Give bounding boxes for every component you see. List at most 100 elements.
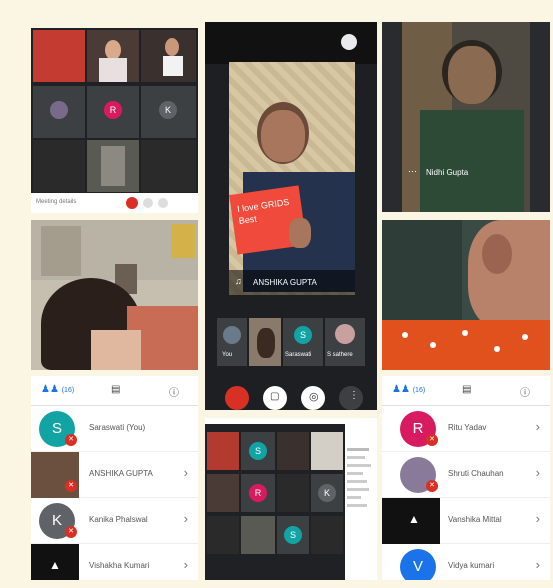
participant-row[interactable]: ▲ Vishakha Kumari ›: [31, 544, 198, 580]
thumbnail-tile[interactable]: S Saraswati: [283, 318, 323, 366]
participant-name: Vanshika Mittal: [448, 515, 502, 524]
video-tile[interactable]: [241, 516, 275, 554]
camera-icon: ▢: [270, 391, 280, 402]
speaker-video: I love GRIDS Best: [229, 62, 355, 295]
end-call-button[interactable]: [225, 386, 249, 410]
more-options-button[interactable]: ⋮: [339, 386, 363, 410]
desktop-grid: S R K S: [205, 424, 345, 580]
thumbnail-label: S sathere: [327, 352, 353, 358]
avatar: R: [104, 101, 122, 119]
call-b-speaker-view: I love GRIDS Best ♫ ANSHIKA GUPTA You S …: [205, 22, 377, 410]
avatar: V: [400, 549, 436, 580]
people-tab[interactable]: ♟♟ (16): [392, 384, 425, 395]
call-c-fullscreen-video[interactable]: [382, 220, 550, 370]
video-tile[interactable]: [141, 140, 196, 192]
chevron-right-icon[interactable]: ›: [184, 465, 188, 480]
chevron-right-icon[interactable]: ›: [536, 419, 540, 434]
muted-mic-icon: ✕: [426, 480, 438, 492]
participant-row[interactable]: S ✕ Saraswati (You): [31, 406, 198, 452]
info-tab-icon[interactable]: ⓘ: [520, 384, 530, 399]
tab-bar: ♟♟ (16) ▤ ⓘ: [382, 376, 550, 406]
participant-name: Vishakha Kumari: [89, 561, 150, 570]
participant-tile[interactable]: S: [241, 432, 275, 470]
mic-icon: ♫: [235, 276, 242, 286]
chevron-right-icon[interactable]: ›: [536, 511, 540, 526]
speaker-name-bar: ♫ ANSHIKA GUPTA: [229, 270, 355, 295]
camera-toggle-button[interactable]: ▢: [263, 386, 287, 410]
participant-tile[interactable]: [33, 86, 85, 138]
participant-row[interactable]: V Vidya kumari ›: [382, 544, 550, 580]
end-call-button[interactable]: [126, 197, 138, 209]
chat-tab-icon[interactable]: ▤: [462, 384, 471, 395]
participant-row[interactable]: ▲ Vanshika Mittal ›: [382, 498, 550, 544]
people-tab[interactable]: ♟♟ (16): [41, 384, 74, 395]
side-panel: [347, 448, 375, 568]
call-d-desktop-view: S R K S: [205, 418, 377, 580]
participant-tile[interactable]: K: [141, 86, 196, 138]
speaker-name: ANSHIKA GUPTA: [253, 278, 317, 287]
call-a-fullscreen-video[interactable]: [31, 220, 198, 370]
more-vert-icon: ⋮: [349, 390, 359, 401]
muted-mic-icon: ✕: [65, 526, 77, 538]
dots-icon: ⋯: [408, 166, 417, 176]
video-tile[interactable]: [33, 140, 85, 192]
video-tile[interactable]: [207, 432, 239, 470]
avatar: K: [318, 484, 336, 502]
avatar: S: [294, 326, 312, 344]
avatar: R: [249, 484, 267, 502]
settings-icon[interactable]: [341, 34, 357, 50]
participant-tile[interactable]: S: [277, 516, 309, 554]
participant-row[interactable]: R ✕ Ritu Yadav ›: [382, 406, 550, 452]
participant-tile[interactable]: K: [311, 474, 343, 512]
info-tab-icon[interactable]: ⓘ: [169, 384, 179, 399]
thumbnail-tile[interactable]: You: [217, 318, 247, 366]
meeting-details-link[interactable]: Meeting details: [36, 199, 76, 205]
chevron-right-icon[interactable]: ›: [184, 557, 188, 572]
avatar: S: [249, 442, 267, 460]
chevron-right-icon[interactable]: ›: [184, 511, 188, 526]
participants-list-a: ♟♟ (16) ▤ ⓘ S ✕ Saraswati (You) ✕ ANSHIK…: [31, 376, 198, 580]
video-tile[interactable]: [87, 140, 139, 192]
chevron-right-icon[interactable]: ›: [536, 465, 540, 480]
mic-icon: ◎: [309, 391, 319, 403]
avatar: [335, 324, 355, 344]
participant-name: Saraswati (You): [89, 423, 146, 432]
muted-mic-icon: ✕: [426, 434, 438, 446]
participant-tile[interactable]: R: [87, 86, 139, 138]
participant-name: Kanika Phalswal: [89, 515, 148, 524]
bell-icon: ▲: [49, 558, 61, 572]
participant-name: ANSHIKA GUPTA: [89, 469, 153, 478]
video-tile[interactable]: [33, 30, 85, 82]
video-tile[interactable]: [277, 432, 309, 470]
avatar: [50, 101, 68, 119]
video-tile[interactable]: [311, 432, 343, 470]
participant-name: Vidya kumari: [448, 561, 495, 570]
thumbnail-tile[interactable]: S sathere: [325, 318, 365, 366]
camera-icon[interactable]: [158, 198, 168, 208]
participants-list-c: ♟♟ (16) ▤ ⓘ R ✕ Ritu Yadav › ✕ Shruti Ch…: [382, 376, 550, 580]
participant-name: Ritu Yadav: [448, 423, 487, 432]
top-bar: [205, 22, 377, 64]
participant-row[interactable]: ✕ Shruti Chauhan ›: [382, 452, 550, 498]
tab-bar: ♟♟ (16) ▤ ⓘ: [31, 376, 198, 406]
mic-icon[interactable]: [143, 198, 153, 208]
video-tile[interactable]: [207, 516, 239, 554]
avatar: [223, 326, 241, 344]
participant-row[interactable]: ✕ ANSHIKA GUPTA ›: [31, 452, 198, 498]
speaker-name: Nidhi Gupta: [426, 168, 469, 177]
video-tile[interactable]: [207, 474, 239, 512]
participant-row[interactable]: K ✕ Kanika Phalswal ›: [31, 498, 198, 544]
video-tile[interactable]: [311, 516, 343, 554]
chat-tab-icon[interactable]: ▤: [111, 384, 120, 395]
chevron-right-icon[interactable]: ›: [536, 557, 540, 572]
muted-mic-icon: ✕: [65, 434, 77, 446]
avatar: S: [284, 526, 302, 544]
video-tile[interactable]: [87, 30, 139, 82]
video-tile[interactable]: [141, 30, 196, 82]
video-tile[interactable]: [277, 474, 309, 512]
call-c-speaker-view: Nidhi Gupta ⋯: [382, 22, 550, 212]
muted-mic-icon: ✕: [65, 480, 77, 492]
thumbnail-tile[interactable]: [249, 318, 281, 366]
mic-toggle-button[interactable]: ◎: [301, 386, 325, 410]
participant-tile[interactable]: R: [241, 474, 275, 512]
